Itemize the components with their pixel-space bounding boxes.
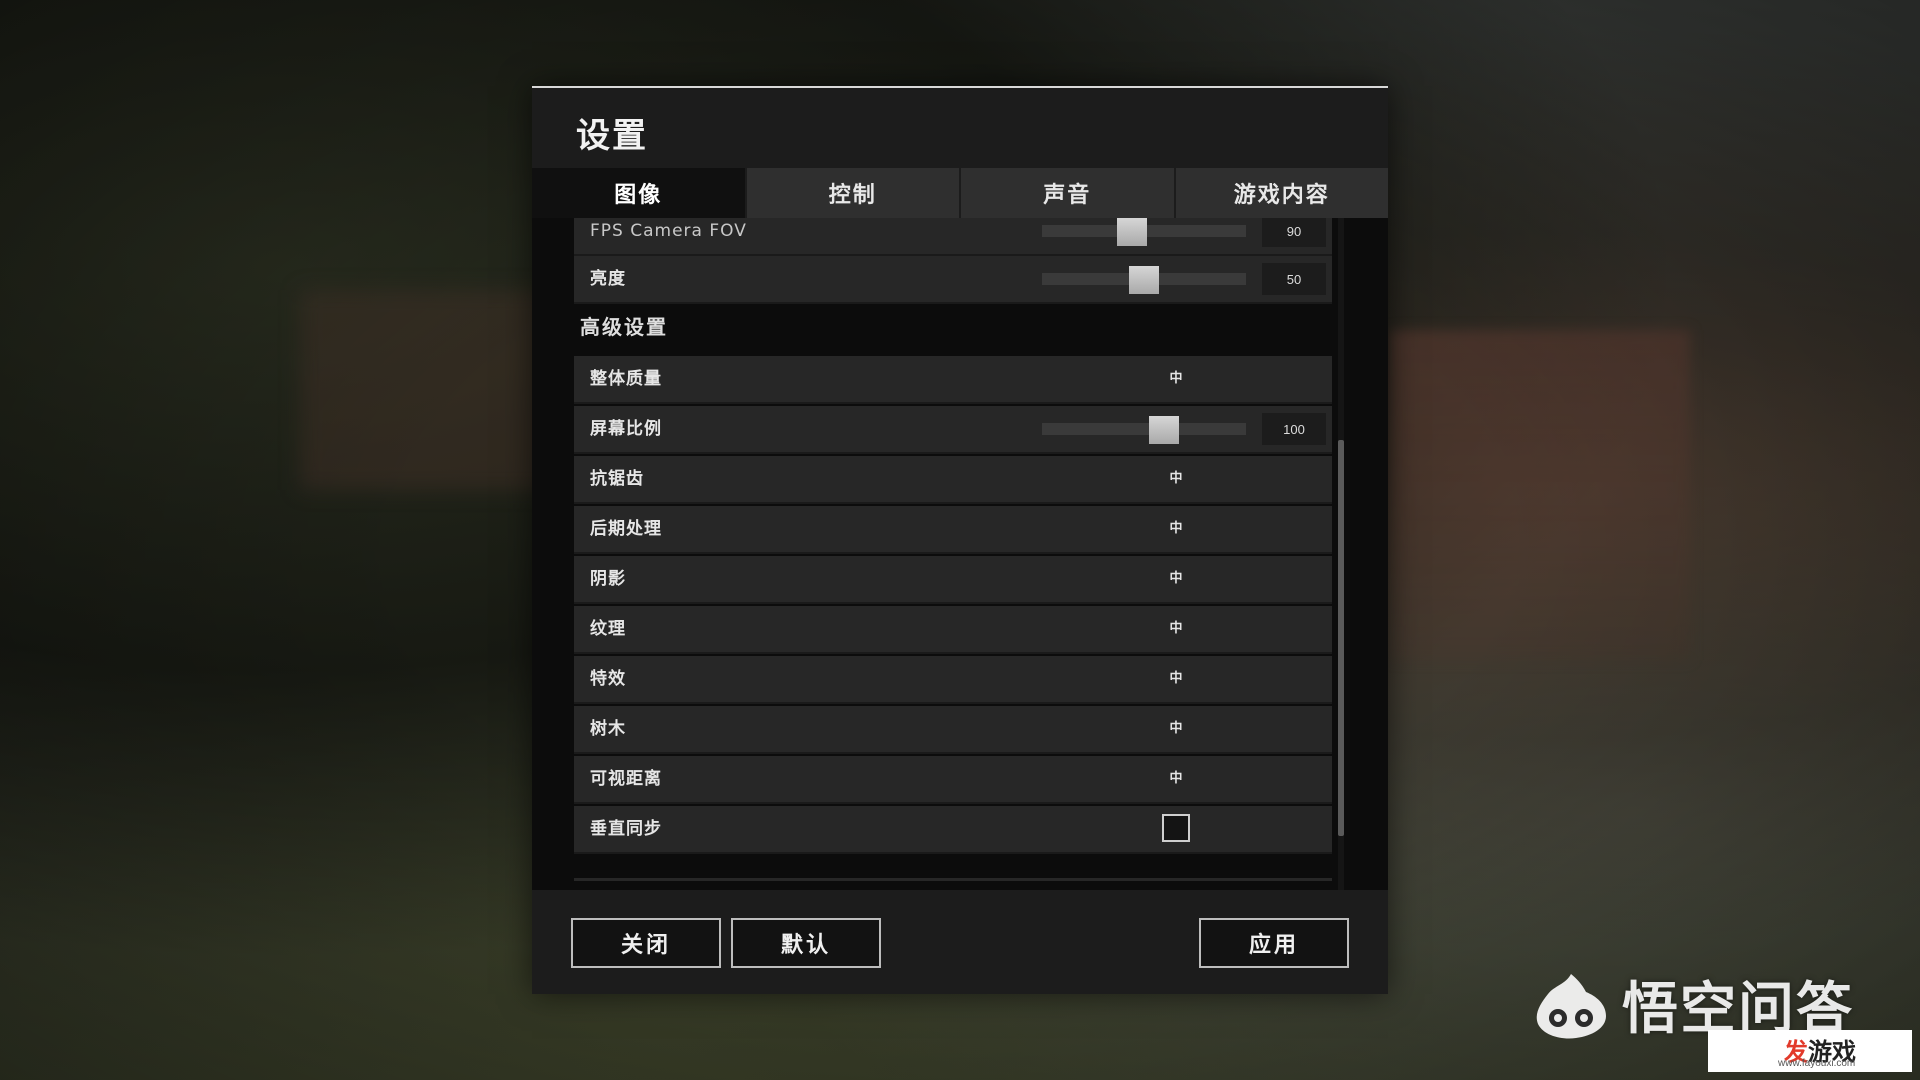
post-processing-select[interactable]: 中 [1126,506,1226,552]
setting-label: FPS Camera FOV [590,221,747,241]
site-badge-url: www.fayouxi.com [1778,1058,1856,1069]
brightness-slider[interactable] [1042,266,1246,294]
scrollbar-thumb[interactable] [1338,440,1344,836]
default-button[interactable]: 默认 [731,918,881,968]
screen-scale-slider[interactable] [1042,416,1246,444]
setting-label: 阴影 [590,569,626,589]
setting-label: 整体质量 [590,369,662,389]
dialog-footer: 关闭 默认 应用 [532,894,1388,994]
view-distance-select[interactable]: 中 [1126,756,1226,802]
setting-label: 屏幕比例 [590,419,662,439]
settings-tabs: 图像 控制 声音 游戏内容 [532,168,1388,218]
setting-label: 垂直同步 [590,819,662,839]
section-title-advanced: 高级设置 [580,315,668,339]
wukong-logo-icon [1536,974,1606,1039]
setting-row-textures: 纹理 中 [574,606,1332,654]
setting-row-overall-quality: 整体质量 中 [574,356,1332,404]
apply-button[interactable]: 应用 [1199,918,1349,968]
slider-thumb[interactable] [1129,266,1159,294]
vsync-checkbox[interactable] [1162,814,1190,842]
overall-quality-select[interactable]: 中 [1126,356,1226,402]
setting-label: 特效 [590,669,626,689]
setting-row-post-processing: 后期处理 中 [574,506,1332,554]
setting-row-view-distance: 可视距离 中 [574,756,1332,804]
tab-controls[interactable]: 控制 [746,168,959,218]
shadows-select[interactable]: 中 [1126,556,1226,602]
tab-gameplay[interactable]: 游戏内容 [1175,168,1388,218]
tab-graphics[interactable]: 图像 [532,168,745,218]
settings-content: FPS Camera FOV 90 亮度 50 高级设置 整体质量 中 屏幕比例… [532,218,1388,890]
setting-row-screen-scale: 屏幕比例 100 [574,406,1332,454]
textures-select[interactable]: 中 [1126,606,1226,652]
effects-select[interactable]: 中 [1126,656,1226,702]
setting-row-fov: FPS Camera FOV 90 [574,218,1332,256]
setting-label: 亮度 [590,269,626,289]
setting-row-shadows: 阴影 中 [574,556,1332,604]
settings-dialog: 设置 图像 控制 声音 游戏内容 FPS Camera FOV 90 亮度 50 [532,86,1388,994]
foliage-select[interactable]: 中 [1126,706,1226,752]
setting-row-brightness: 亮度 50 [574,256,1332,304]
slider-thumb[interactable] [1116,218,1147,246]
fov-value[interactable]: 90 [1262,218,1326,247]
dialog-title: 设置 [576,116,648,156]
setting-row-vsync: 垂直同步 [574,806,1332,854]
anti-aliasing-select[interactable]: 中 [1126,456,1226,502]
setting-label: 纹理 [590,619,626,639]
brightness-value[interactable]: 50 [1262,263,1326,295]
setting-row-foliage: 树木 中 [574,706,1332,754]
close-button[interactable]: 关闭 [571,918,721,968]
list-bottom-divider [574,878,1332,881]
tab-sound[interactable]: 声音 [961,168,1174,218]
setting-row-anti-aliasing: 抗锯齿 中 [574,456,1332,504]
setting-label: 后期处理 [590,519,662,539]
screen-scale-value[interactable]: 100 [1262,413,1326,445]
slider-thumb[interactable] [1149,416,1180,444]
site-badge: 发游戏 www.fayouxi.com [1708,1030,1912,1072]
setting-label: 可视距离 [590,769,662,789]
setting-label: 树木 [590,719,626,739]
settings-scrollbar[interactable] [1338,218,1344,890]
setting-row-effects: 特效 中 [574,656,1332,704]
fov-slider[interactable] [1042,218,1246,246]
dialog-top-border [532,86,1388,88]
setting-label: 抗锯齿 [590,469,644,489]
